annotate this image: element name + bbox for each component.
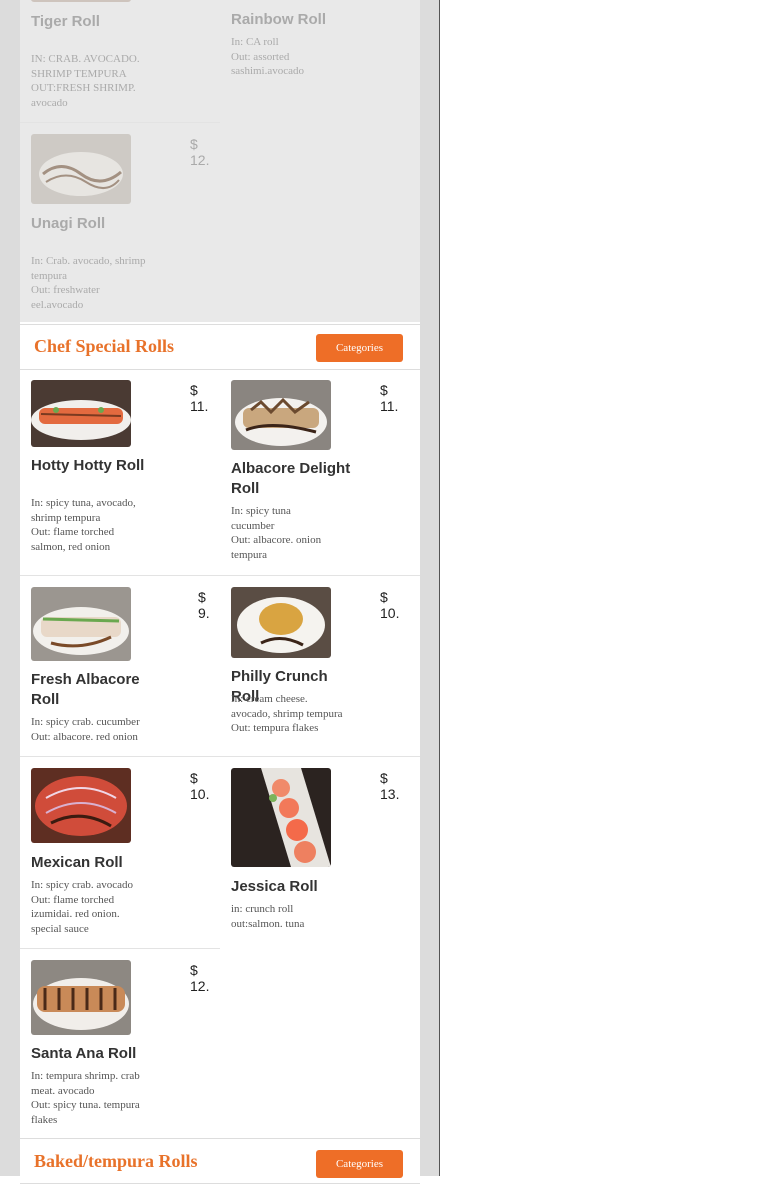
item-name: Mexican Roll [31, 854, 123, 871]
menu-item[interactable]: $ 12. Santa Ana Roll In: tempura shrimp.… [20, 950, 210, 1138]
roll-photo [31, 0, 131, 2]
roll-photo [231, 587, 331, 658]
menu-item[interactable]: $ 12. Unagi Roll In: Crab. avocado, shri… [20, 124, 210, 320]
item-price: $ 12. [190, 136, 210, 168]
section-title: Chef Special Rolls [34, 336, 175, 356]
item-description: In: spicy crab. avocado Out: flame torch… [31, 879, 134, 935]
item-name: Santa Ana Roll [31, 1045, 137, 1062]
row-divider [20, 122, 220, 123]
roll-photo [31, 587, 131, 661]
menu-item[interactable]: $ 9. Fresh Albacore Roll In: spicy crab.… [20, 577, 210, 755]
row-divider [20, 948, 220, 949]
menu-item[interactable]: $ 13. Jessica Roll in: crunch roll out:s… [220, 758, 410, 948]
menu-item[interactable]: $ 10. Mexican Roll In: spicy crab. avoca… [20, 758, 210, 948]
menu-column: Tiger Roll IN: CRAB. AVOCADO. SHRIMP TEM… [20, 0, 420, 1184]
item-description: in: crunch roll out:salmon. tuna [231, 903, 305, 930]
item-name: Jessica Roll [231, 878, 318, 895]
menu-item[interactable]: $ 10. Philly Crunch Roll In: cream chees… [220, 577, 410, 755]
item-name: Albacore Delight Roll [231, 460, 351, 497]
item-description: In: spicy tuna cucumber Out: albacore. o… [231, 505, 322, 561]
item-price: $ 11. [380, 382, 399, 414]
section-header-baked-tempura: Baked/tempura Rolls Categories [20, 1138, 420, 1184]
item-description: In: tempura shrimp. crab meat. avocado O… [31, 1070, 140, 1126]
item-name: Unagi Roll [31, 215, 106, 232]
item-description: In: CA roll Out: assorted sashimi.avocad… [231, 36, 305, 77]
roll-photo [31, 380, 131, 447]
menu-item[interactable]: Rainbow Roll In: CA roll Out: assorted s… [220, 0, 410, 122]
section-header-chef-special: Chef Special Rolls Categories [20, 324, 420, 370]
roll-photo [231, 768, 331, 867]
item-price: $ 10. [190, 770, 210, 802]
item-description: In: spicy tuna, avocado, shrimp tempura … [31, 497, 136, 553]
row-divider [20, 575, 420, 576]
roll-photo [31, 134, 131, 204]
roll-photo [31, 960, 131, 1035]
section-title: Baked/tempura Rolls [34, 1151, 198, 1171]
item-price: $ 9. [198, 589, 210, 621]
item-name: Rainbow Roll [231, 11, 326, 28]
roll-photo [231, 380, 331, 450]
item-description: IN: CRAB. AVOCADO. SHRIMP TEMPURA OUT:FR… [31, 53, 140, 109]
categories-button[interactable]: Categories [316, 334, 403, 362]
menu-item[interactable]: Tiger Roll IN: CRAB. AVOCADO. SHRIMP TEM… [20, 0, 210, 122]
item-description: In: Crab. avocado, shrimp tempura Out: f… [31, 255, 146, 311]
item-description: In: cream cheese. avocado, shrimp tempur… [231, 693, 343, 734]
row-divider [20, 756, 420, 757]
item-price: $ 10. [380, 589, 400, 621]
item-price: $ 13. [380, 770, 400, 802]
item-description: In: spicy crab. cucumber Out: albacore. … [31, 716, 140, 743]
roll-photo [31, 768, 131, 843]
item-name: Hotty Hotty Roll [31, 457, 145, 474]
categories-button[interactable]: Categories [316, 1150, 403, 1178]
item-price: $ 11. [190, 382, 209, 414]
item-name: Tiger Roll [31, 13, 100, 30]
app-frame: Tiger Roll IN: CRAB. AVOCADO. SHRIMP TEM… [0, 0, 440, 1184]
item-name: Fresh Albacore Roll [31, 671, 140, 708]
menu-item[interactable]: $ 11. Albacore Delight Roll In: spicy tu… [220, 370, 410, 575]
menu-item[interactable]: $ 11. Hotty Hotty Roll In: spicy tuna, a… [20, 370, 210, 575]
item-price: $ 12. [190, 962, 210, 994]
